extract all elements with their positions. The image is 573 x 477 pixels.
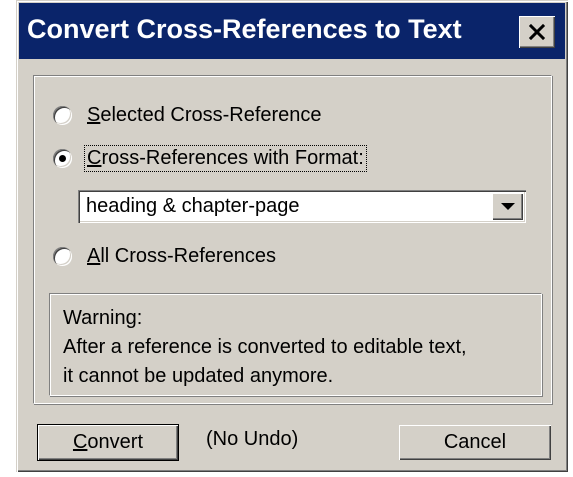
convert-button[interactable]: Convert	[37, 424, 179, 461]
radio-all-cross-references[interactable]: All Cross-References	[53, 241, 278, 271]
radio-button[interactable]	[53, 105, 72, 125]
warning-text-line-1: After a reference is converted to editab…	[63, 336, 467, 358]
warning-heading: Warning:	[63, 307, 143, 329]
chevron-down-icon	[500, 198, 515, 216]
no-undo-note: (No Undo)	[206, 428, 299, 450]
convert-label: onvert	[87, 431, 144, 453]
radio-label-selected: Selected Cross-Reference	[85, 103, 324, 128]
format-dropdown[interactable]: heading & chapter-page	[78, 190, 526, 223]
warning-text-line-2: it cannot be updated anymore.	[63, 365, 334, 387]
mnemonic-letter: A	[87, 244, 101, 267]
radio-cross-references-with-format[interactable]: Cross-References with Format:	[53, 143, 367, 173]
convert-cross-references-dialog: Convert Cross-References to Text Selecte…	[16, 0, 568, 472]
format-dropdown-value: heading & chapter-page	[86, 195, 300, 217]
radio-button-checked[interactable]	[53, 148, 72, 168]
close-button[interactable]	[519, 16, 555, 48]
mnemonic-letter: S	[87, 103, 101, 126]
dropdown-arrow-button[interactable]	[492, 193, 523, 220]
radio-label-all: All Cross-References	[85, 244, 278, 269]
label-text: ll Cross-References	[100, 244, 276, 267]
radio-selected-cross-reference[interactable]: Selected Cross-Reference	[53, 100, 324, 130]
label-text: ross-References with Format:	[101, 146, 364, 169]
warning-box: Warning: After a reference is converted …	[49, 293, 542, 396]
mnemonic-letter: C	[87, 146, 102, 169]
radio-label-with-format: Cross-References with Format:	[84, 144, 367, 172]
title-bar[interactable]: Convert Cross-References to Text	[19, 3, 565, 59]
close-icon	[529, 24, 545, 40]
radio-button[interactable]	[53, 246, 72, 266]
dialog-title: Convert Cross-References to Text	[27, 14, 462, 44]
label-text: elected Cross-Reference	[100, 103, 322, 126]
cancel-button[interactable]: Cancel	[399, 425, 551, 460]
mnemonic-letter: C	[72, 431, 88, 453]
